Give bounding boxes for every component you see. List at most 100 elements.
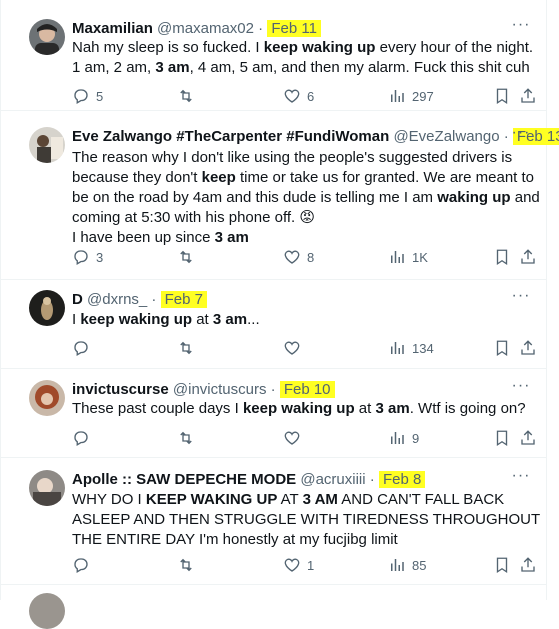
view-count: 134: [412, 340, 434, 356]
separator: ·: [266, 381, 280, 398]
views-button[interactable]: 1K: [388, 247, 428, 267]
share-button[interactable]: [519, 338, 537, 358]
more-options-icon[interactable]: ···: [510, 288, 532, 310]
more-options-icon[interactable]: ···: [510, 125, 532, 147]
retweet-button[interactable]: [177, 338, 195, 358]
tweet-3[interactable]: D @dxrns_ · Feb 7 ··· I keep waking up a…: [1, 280, 546, 369]
bookmark-button[interactable]: [493, 555, 511, 575]
tweet-date[interactable]: Feb 7: [160, 291, 207, 308]
display-name[interactable]: Maxamilian: [72, 20, 153, 37]
retweet-icon: [180, 250, 192, 264]
share-icon: [521, 557, 535, 572]
user-handle[interactable]: @maxamax02: [157, 20, 254, 37]
view-count: 85: [412, 557, 427, 573]
share-icon: [521, 88, 535, 103]
display-name[interactable]: invictuscurse: [72, 381, 169, 398]
views-icon: [391, 251, 404, 263]
like-icon: [284, 431, 300, 445]
share-icon: [521, 340, 535, 355]
avatar[interactable]: [29, 380, 65, 416]
more-options-icon[interactable]: ···: [510, 17, 532, 39]
retweet-button[interactable]: [177, 428, 195, 448]
share-icon: [521, 430, 535, 445]
display-name[interactable]: Apolle :: SAW DEPECHE MODE: [72, 471, 296, 488]
views-button[interactable]: 9: [388, 428, 419, 448]
tweet-header: Eve Zalwango #TheCarpenter #FundiWoman @…: [72, 127, 559, 147]
avatar[interactable]: [29, 19, 65, 55]
tweet-text: Nah my sleep is so fucked. I keep waking…: [72, 39, 534, 76]
like-icon: [284, 250, 300, 264]
user-handle[interactable]: @invictuscurs: [173, 381, 267, 398]
separator: ·: [365, 471, 379, 488]
tweet-date[interactable]: Feb 8: [378, 471, 426, 488]
tweet-date[interactable]: Feb 10: [279, 381, 335, 398]
tweet-actions: 9: [72, 428, 542, 448]
share-button[interactable]: [519, 428, 537, 448]
bookmark-icon: [496, 88, 508, 105]
tweet-6-partial[interactable]: [1, 585, 546, 629]
bookmark-button[interactable]: [493, 338, 511, 358]
bookmark-button[interactable]: [493, 86, 511, 106]
user-handle[interactable]: @dxrns_: [87, 291, 147, 308]
retweet-icon: [180, 341, 192, 355]
like-button[interactable]: 1: [283, 555, 314, 575]
tweet-text: The reason why I don't like using the pe…: [72, 149, 540, 246]
tweet-5[interactable]: Apolle :: SAW DEPECHE MODE @acruxiiii · …: [1, 458, 546, 585]
share-button[interactable]: [519, 247, 537, 267]
user-handle[interactable]: @acruxiiii: [300, 471, 365, 488]
views-icon: [391, 342, 404, 354]
tweet-4[interactable]: invictuscurse @invictuscurs · Feb 10 ···…: [1, 369, 546, 458]
like-button[interactable]: [283, 428, 301, 448]
more-options-icon[interactable]: ···: [510, 378, 532, 400]
share-button[interactable]: [519, 86, 537, 106]
reply-button[interactable]: [72, 338, 90, 358]
view-count: 297: [412, 88, 434, 104]
like-button[interactable]: [283, 338, 301, 358]
display-name[interactable]: D: [72, 291, 83, 308]
views-icon: [391, 559, 404, 571]
reply-button[interactable]: [72, 428, 90, 448]
view-count: 1K: [412, 249, 428, 265]
reply-icon: [74, 431, 88, 446]
bookmark-icon: [496, 557, 508, 574]
avatar[interactable]: [29, 470, 65, 506]
tweet-text: WHY DO I KEEP WAKING UP AT 3 AM AND CAN'…: [72, 491, 540, 548]
bookmark-button[interactable]: [493, 247, 511, 267]
retweet-button[interactable]: [177, 86, 195, 106]
reply-icon: [74, 89, 88, 104]
share-button[interactable]: [519, 555, 537, 575]
views-button[interactable]: 297: [388, 86, 434, 106]
avatar[interactable]: [29, 290, 65, 326]
avatar[interactable]: [29, 127, 65, 163]
reply-button[interactable]: 3: [72, 247, 103, 267]
reply-button[interactable]: [72, 555, 90, 575]
reply-count: 5: [96, 88, 104, 104]
display-name[interactable]: Eve Zalwango #TheCarpenter #FundiWoman: [72, 128, 389, 145]
reply-icon: [74, 250, 88, 265]
bookmark-button[interactable]: [493, 428, 511, 448]
tweet-text: These past couple days I keep waking up …: [72, 400, 526, 417]
retweet-icon: [180, 558, 192, 572]
views-icon: [391, 90, 404, 102]
bookmark-icon: [496, 249, 508, 266]
share-icon: [521, 249, 535, 264]
tweet-actions: 1 85: [72, 555, 542, 575]
retweet-icon: [180, 431, 192, 445]
views-button[interactable]: 134: [388, 338, 434, 358]
avatar[interactable]: [29, 593, 65, 629]
reply-count: 3: [96, 249, 104, 265]
retweet-button[interactable]: [177, 247, 195, 267]
tweet-2[interactable]: Eve Zalwango #TheCarpenter #FundiWoman @…: [1, 111, 559, 280]
user-handle[interactable]: @EveZalwango: [393, 128, 499, 145]
reply-button[interactable]: 5: [72, 86, 103, 106]
like-button[interactable]: 6: [283, 86, 314, 106]
tweet-1[interactable]: Maxamilian @maxamax02 · Feb 11 ··· Nah m…: [1, 0, 546, 111]
retweet-button[interactable]: [177, 555, 195, 575]
views-button[interactable]: 85: [388, 555, 426, 575]
like-icon: [284, 341, 300, 355]
more-options-icon[interactable]: ···: [510, 468, 532, 490]
tweet-date[interactable]: Feb 11: [267, 20, 321, 37]
tweet-actions: 3 8 1K: [72, 247, 542, 267]
like-button[interactable]: 8: [283, 247, 314, 267]
tweet-text: I keep waking up at 3 am...: [72, 311, 260, 328]
